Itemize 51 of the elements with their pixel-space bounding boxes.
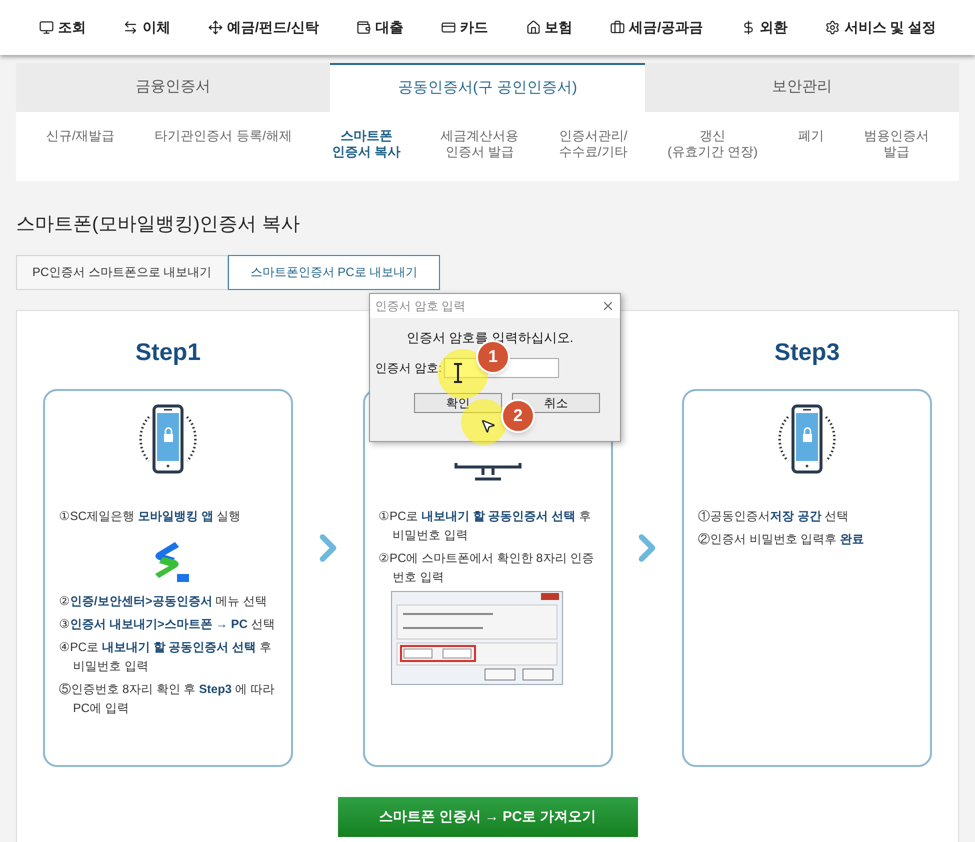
nav-menu-item[interactable]: 카드 <box>441 17 488 38</box>
card-icon <box>441 20 456 35</box>
briefcase-icon <box>610 20 626 35</box>
step-instruction: ④PC로 내보내기 할 공동인증서 선택 후 비밀번호 입력 <box>59 638 272 674</box>
nav-menu-item[interactable]: 예금/펀드/신탁 <box>208 17 319 38</box>
nav-menu-item[interactable]: 이체 <box>123 17 170 38</box>
dialog-title: 인증서 암호 입력 <box>375 298 466 315</box>
step-instruction: ①SC제일은행 모바일뱅킹 앱 실행 <box>59 508 242 524</box>
nav-menu-item[interactable]: 서비스 및 설정 <box>825 17 936 38</box>
phone-lock-icon <box>137 402 199 474</box>
step-instruction: ①PC로 내보내기 할 공동인증서 선택 후 비밀번호 입력 <box>378 508 592 544</box>
category-tab[interactable]: 공동인증서(구 공인인증서) <box>330 63 645 112</box>
sub-tab[interactable]: 세금계산서용 인증서 발급 <box>440 128 519 160</box>
sub-tab[interactable]: 신규/재발급 <box>46 128 115 144</box>
monitor-icon <box>38 20 54 35</box>
text-cursor-icon <box>453 363 463 383</box>
sub-tab[interactable]: 범용인증서 발급 <box>864 128 929 160</box>
mouse-pointer-icon <box>480 418 496 434</box>
segment-tab[interactable]: 스마트폰인증서 PC로 내보내기 <box>228 254 440 290</box>
category-tab[interactable]: 보안관리 <box>644 63 959 112</box>
nav-menu-item[interactable]: 보험 <box>526 17 573 38</box>
sub-tab[interactable]: 스마트폰 인증서 복사 <box>332 128 401 160</box>
wallet-icon <box>356 20 372 35</box>
phone-lock-icon <box>776 402 838 474</box>
nav-menu-item[interactable]: 외환 <box>740 17 788 38</box>
step-instruction: ③인증서 내보내기>스마트폰 → PC 선택 <box>59 616 276 632</box>
step-instruction: ①공동인증서저장 공간 선택 <box>698 508 850 524</box>
page-title: 스마트폰(모바일뱅킹)인증서 복사 <box>16 213 301 237</box>
arrows-icon <box>123 20 138 35</box>
sub-tab[interactable]: 갱신 (유효기간 연장) <box>667 128 758 160</box>
move-icon <box>208 20 224 35</box>
sub-tab[interactable]: 인증서관리/ 수수료/기타 <box>558 128 628 160</box>
step-title: Step3 <box>774 338 840 368</box>
nav-menu-item[interactable]: 대출 <box>356 17 404 38</box>
dialog-button[interactable]: 확인 <box>414 392 502 412</box>
step-instruction: ②인증/보안센터>공동인증서 메뉴 선택 <box>59 592 268 610</box>
close-icon[interactable] <box>601 299 615 313</box>
settings-icon <box>825 20 840 35</box>
step-title: Step1 <box>135 338 201 368</box>
nav-menu-item[interactable]: 세금/공과금 <box>610 17 704 38</box>
monitor-icon <box>452 462 522 482</box>
step-instruction: ⑤인증번호 8자리 확인 후 Step3 에 따라 PC에 입력 <box>59 680 276 716</box>
sub-tab[interactable]: 타기관인증서 등록/해제 <box>154 128 292 144</box>
sub-tab[interactable]: 폐기 <box>798 128 824 144</box>
category-tab[interactable]: 금융인증서 <box>16 63 330 112</box>
step-instruction: ②인증서 비밀번호 입력후 완료 <box>698 530 866 548</box>
segment-tab[interactable]: PC인증서 스마트폰으로 내보내기 <box>16 254 228 290</box>
house-icon <box>526 20 541 35</box>
import-button[interactable]: 스마트폰 인증서 → PC로 가져오기 <box>338 796 638 836</box>
step-instruction: ②PC에 스마트폰에서 확인한 8자리 인증번호 입력 <box>378 550 596 586</box>
nav-menu-item[interactable]: 조회 <box>38 17 86 38</box>
